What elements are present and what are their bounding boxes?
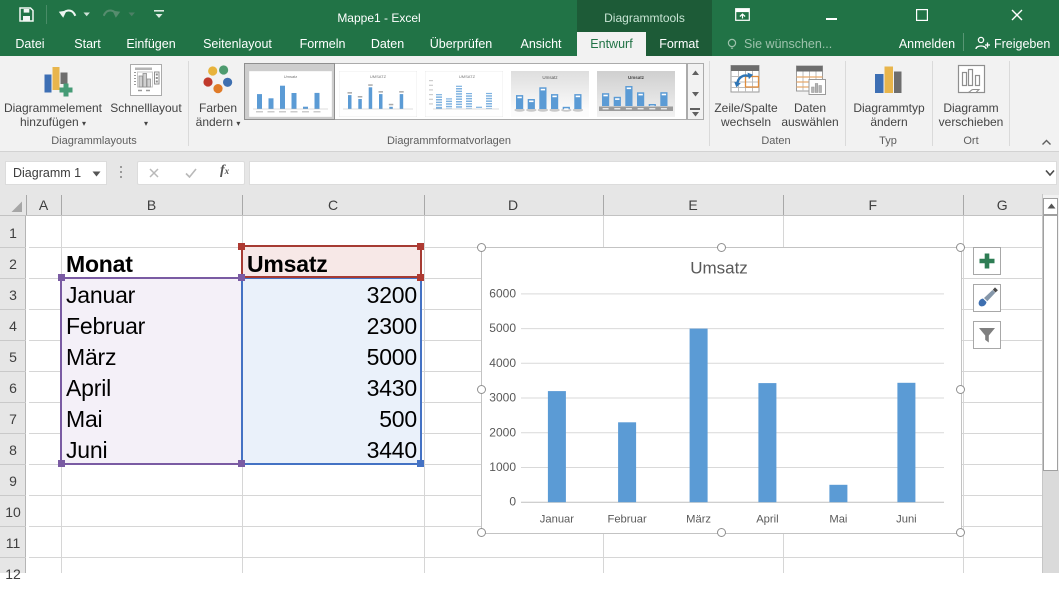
svg-text:Umsatz: Umsatz <box>628 75 645 80</box>
svg-text:Umsatz: Umsatz <box>283 74 297 79</box>
svg-text:März: März <box>686 513 711 525</box>
svg-text:2000: 2000 <box>489 425 516 439</box>
svg-text:Juni: Juni <box>896 513 917 525</box>
svg-text:3000: 3000 <box>489 390 516 404</box>
svg-text:UMSATZ: UMSATZ <box>370 74 387 79</box>
svg-text:Umsatz: Umsatz <box>542 75 558 80</box>
svg-text:5000: 5000 <box>489 321 516 335</box>
svg-text:Umsatz: Umsatz <box>690 258 748 277</box>
svg-text:UMSATZ: UMSATZ <box>459 74 476 79</box>
svg-text:April: April <box>756 513 778 525</box>
svg-text:6000: 6000 <box>489 286 516 300</box>
svg-text:0: 0 <box>509 494 516 508</box>
svg-text:4000: 4000 <box>489 355 516 369</box>
svg-text:Mai: Mai <box>829 513 847 525</box>
svg-text:1000: 1000 <box>489 460 516 474</box>
svg-text:Januar: Januar <box>540 513 574 525</box>
svg-text:Februar: Februar <box>608 513 647 525</box>
